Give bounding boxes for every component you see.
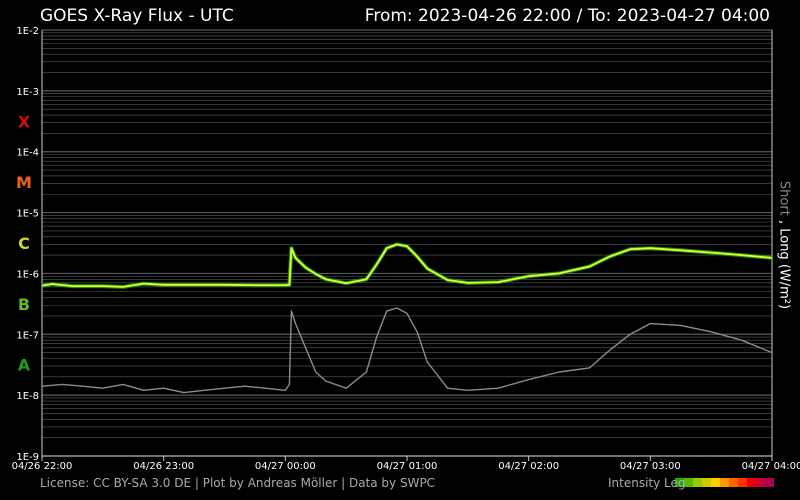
y-tick-label: 1E-3 — [16, 87, 39, 98]
license-text: License: CC BY-SA 3.0 DE | Plot by Andre… — [40, 476, 436, 490]
y-tick-label: 1E-9 — [16, 452, 39, 463]
x-tick-label: 04/27 03:00 — [620, 461, 681, 472]
y-tick-label: 1E-2 — [16, 26, 39, 37]
flare-class-c: C — [18, 234, 30, 253]
intensity-legend-swatch — [702, 478, 711, 487]
short-label: Short — [776, 180, 792, 216]
y-axis-label: Short , Long (W/m²) — [777, 181, 792, 309]
flare-class-a: A — [18, 356, 31, 375]
long-label: Long (W/m²) — [776, 228, 792, 310]
intensity-legend-swatch — [729, 478, 738, 487]
flare-class-x: X — [18, 112, 31, 131]
intensity-legend-swatch — [711, 478, 720, 487]
series-long-halo — [41, 242, 773, 289]
y-tick-label: 1E-5 — [16, 209, 39, 220]
intensity-legend-swatch — [738, 478, 747, 487]
intensity-legend-swatch — [720, 478, 729, 487]
y-tick-label: 1E-7 — [16, 330, 39, 341]
intensity-legend-swatch — [765, 478, 774, 487]
intensity-legend-swatch — [756, 478, 765, 487]
x-tick-label: 04/27 00:00 — [255, 461, 316, 472]
y-tick-label: 1E-4 — [16, 148, 39, 159]
label-separator: , — [776, 215, 792, 229]
x-tick-label: 04/27 01:00 — [377, 461, 438, 472]
flare-class-m: M — [16, 173, 32, 192]
intensity-legend-swatch — [693, 478, 702, 487]
x-tick-label: 04/27 02:00 — [498, 461, 559, 472]
intensity-legend-label: Intensity Leg — [608, 476, 686, 490]
flare-class-b: B — [18, 295, 30, 314]
series-short — [41, 307, 773, 394]
x-tick-label: 04/26 23:00 — [133, 461, 194, 472]
x-tick-label: 04/27 04:00 — [742, 461, 800, 472]
intensity-legend-swatch — [747, 478, 756, 487]
xray-flux-chart: 04/26 22:00 04/26 23:00 04/27 00:00 04/27 0… — [12, 26, 800, 487]
y-tick-label: 1E-8 — [16, 391, 39, 402]
y-tick-label: 1E-6 — [16, 269, 39, 280]
